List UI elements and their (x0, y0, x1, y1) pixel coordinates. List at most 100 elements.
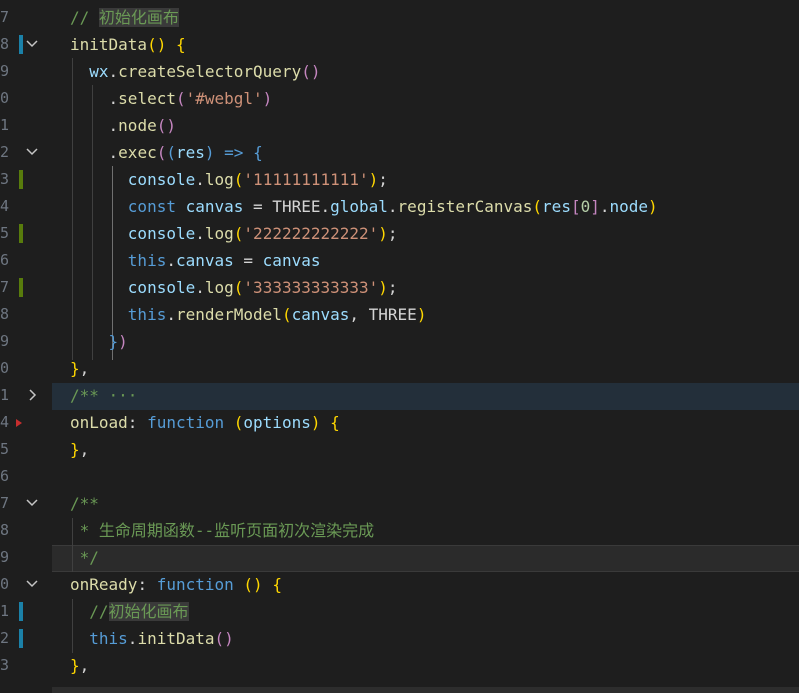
code-text: /** ··· (70, 382, 137, 409)
code-line[interactable]: 3}, (0, 652, 799, 679)
breakpoint-arrow-icon[interactable] (16, 419, 22, 427)
code-token: this (89, 629, 128, 648)
code-token: node (609, 197, 649, 216)
git-modified-marker[interactable] (19, 602, 23, 621)
code-line[interactable]: 6 this.canvas = canvas (0, 247, 799, 274)
code-token: // (89, 602, 109, 621)
code-line[interactable]: 1 /** ··· (0, 382, 799, 409)
code-token: '333333333333' (243, 278, 379, 297)
code-text: /** (70, 490, 99, 517)
code-line[interactable]: 9 wx.createSelectorQuery() (0, 58, 799, 85)
line-number: 8 (0, 521, 10, 539)
code-line[interactable]: 9 }) (0, 328, 799, 355)
code-line[interactable]: 3 console.log('11111111111'); (0, 166, 799, 193)
code-token: canvas (185, 197, 244, 216)
code-line[interactable]: 5}, (0, 436, 799, 463)
code-line[interactable]: 7 // 初始化画布 (0, 4, 799, 31)
code-token: ( (233, 170, 244, 189)
code-token: ; (387, 278, 398, 297)
code-text: }, (70, 436, 89, 463)
code-line[interactable]: 8 * 生命周期函数--监听页面初次渲染完成 (0, 517, 799, 544)
code-token: select (118, 89, 176, 108)
code-text: }, (70, 355, 89, 382)
code-text: .select('#webgl') (70, 85, 273, 112)
code-token: node (118, 116, 157, 135)
code-token: () (214, 629, 234, 648)
code-token: this (127, 251, 167, 270)
code-token: log (204, 170, 234, 189)
line-number: 2 (0, 629, 10, 647)
code-line[interactable]: 1 .node() (0, 112, 799, 139)
code-line[interactable]: 2 this.initData() (0, 625, 799, 652)
code-token: function (147, 413, 225, 432)
chevron-down-icon[interactable] (24, 139, 40, 166)
git-added-marker[interactable] (19, 224, 23, 243)
code-token: . (70, 143, 119, 162)
code-line[interactable]: 0 onReady: function () { (0, 571, 799, 598)
code-token: /** (70, 494, 99, 513)
code-token: console (127, 278, 196, 297)
code-text: .node() (70, 112, 176, 139)
code-token: } (70, 359, 80, 378)
code-line[interactable]: 7 /** (0, 490, 799, 517)
code-token: */ (70, 548, 99, 567)
line-number: 0 (0, 359, 10, 377)
chevron-down-icon[interactable] (24, 571, 40, 598)
code-token: } (108, 332, 119, 351)
code-line[interactable]: 6 (0, 463, 799, 490)
code-line[interactable]: 0}, (0, 355, 799, 382)
code-token: global (330, 197, 388, 216)
line-number: 3 (0, 170, 10, 188)
code-token: '#webgl' (185, 89, 263, 108)
code-line[interactable]: 2 .exec((res) => { (0, 139, 799, 166)
chevron-right-icon[interactable] (24, 382, 40, 409)
git-added-marker[interactable] (19, 278, 23, 297)
code-token: ) (118, 332, 128, 351)
code-line[interactable]: 8 this.renderModel(canvas, THREE) (0, 301, 799, 328)
code-token: initData (137, 629, 215, 648)
code-line[interactable]: 1 //初始化画布 (0, 598, 799, 625)
code-token: '222222222222' (243, 224, 379, 243)
code-line[interactable]: 8 initData() { (0, 31, 799, 58)
code-editor[interactable]: 7// 初始化画布 8 initData() {9 wx.createSelecto… (0, 0, 799, 693)
chevron-down-icon[interactable] (24, 490, 40, 517)
code-token: onReady (70, 575, 138, 594)
horizontal-scrollbar[interactable] (52, 687, 799, 693)
code-text: }, (70, 652, 89, 679)
code-line[interactable]: 7 console.log('333333333333'); (0, 274, 799, 301)
code-text: const canvas = THREE.global.registerCanv… (70, 193, 658, 220)
code-text: this.renderModel(canvas, THREE) (70, 301, 427, 328)
code-token: { (330, 413, 340, 432)
code-token: . (195, 224, 205, 243)
code-text: wx.createSelectorQuery() (70, 58, 320, 85)
git-modified-marker[interactable] (19, 629, 23, 648)
code-token: canvas (175, 251, 234, 270)
code-line[interactable]: 5 console.log('222222222222'); (0, 220, 799, 247)
code-line[interactable]: 4 onLoad: function (options) { (0, 409, 799, 436)
code-token: 初始化画布 (108, 602, 189, 621)
code-text: console.log('11111111111'); (70, 166, 388, 193)
git-added-marker[interactable] (19, 170, 23, 189)
code-token: ( (233, 278, 244, 297)
code-line[interactable]: 9 */ (0, 544, 799, 571)
code-token: res (175, 143, 205, 162)
code-line[interactable]: 0 .select('#webgl') (0, 85, 799, 112)
code-token: ] (590, 197, 600, 216)
code-token: ; (387, 224, 398, 243)
git-modified-marker[interactable] (19, 35, 23, 54)
code-token: } (70, 656, 80, 675)
code-text: console.log('222222222222'); (70, 220, 398, 247)
code-token: () (243, 575, 263, 594)
code-text: .exec((res) => { (70, 139, 263, 166)
chevron-down-icon[interactable] (24, 31, 40, 58)
code-line[interactable]: 4 const canvas = THREE.global.registerCa… (0, 193, 799, 220)
code-token: { (272, 575, 282, 594)
